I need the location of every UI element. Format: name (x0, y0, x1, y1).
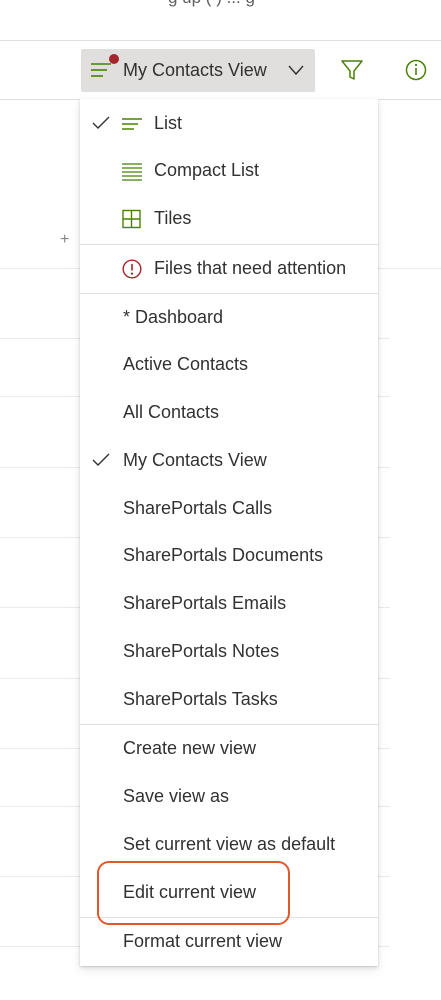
menu-item-tiles[interactable]: Tiles (80, 196, 378, 242)
menu-item-label: Format current view (123, 931, 283, 951)
menu-item-shareportals-calls[interactable]: SharePortals Calls (80, 486, 378, 532)
menu-separator (80, 244, 378, 245)
checkmark-icon (92, 453, 110, 466)
menu-item-create-new-view[interactable]: Create new view (80, 726, 378, 772)
menu-item-label: Save view as (123, 786, 230, 806)
menu-item-dashboard[interactable]: * Dashboard (80, 295, 378, 341)
menu-item-list[interactable]: List (80, 101, 378, 147)
compact-list-icon (122, 163, 142, 181)
menu-item-label: Tiles (154, 208, 192, 228)
alert-circle-icon (122, 259, 142, 279)
info-icon[interactable] (404, 58, 428, 82)
menu-item-label: Compact List (154, 160, 260, 180)
top-strip: g up ( ) ... g (0, 0, 441, 41)
tiles-grid-icon (122, 209, 141, 229)
filter-icon[interactable] (340, 58, 364, 82)
menu-item-label: SharePortals Emails (123, 593, 287, 613)
menu-item-label: My Contacts View (123, 450, 267, 470)
menu-item-my-contacts-view[interactable]: My Contacts View (80, 438, 378, 484)
menu-item-shareportals-documents[interactable]: SharePortals Documents (80, 533, 378, 579)
menu-item-label: List (154, 113, 183, 133)
menu-item-label: SharePortals Documents (123, 545, 324, 565)
current-view-label: My Contacts View (123, 60, 267, 80)
menu-item-label: SharePortals Calls (123, 498, 273, 518)
cut-off-header-text: g up ( ) ... g (168, 0, 255, 8)
chevron-down-icon (288, 65, 304, 76)
command-bar: My Contacts View (0, 41, 441, 100)
menu-item-shareportals-tasks[interactable]: SharePortals Tasks (80, 677, 378, 723)
list-lines-icon (91, 63, 111, 77)
menu-item-label: SharePortals Notes (123, 641, 280, 661)
menu-item-shareportals-notes[interactable]: SharePortals Notes (80, 629, 378, 675)
view-switcher-button[interactable]: My Contacts View (81, 49, 315, 92)
menu-separator (80, 724, 378, 725)
menu-item-shareportals-emails[interactable]: SharePortals Emails (80, 581, 378, 627)
menu-item-label: Files that need attention (154, 258, 347, 278)
menu-item-label: SharePortals Tasks (123, 689, 278, 709)
menu-separator (80, 293, 378, 294)
menu-item-label: All Contacts (123, 402, 220, 422)
notification-dot (109, 54, 119, 64)
menu-item-label: Active Contacts (123, 354, 249, 374)
menu-item-label: * Dashboard (123, 307, 224, 327)
list-lines-icon (122, 118, 142, 130)
menu-item-active-contacts[interactable]: Active Contacts (80, 342, 378, 388)
add-column-icon[interactable]: + (60, 231, 69, 249)
menu-item-label: Set current view as default (123, 834, 336, 854)
menu-item-compact-list[interactable]: Compact List (80, 148, 378, 194)
view-options-menu: List Compact List Tiles Files that need … (80, 99, 378, 966)
menu-item-files-need-attention[interactable]: Files that need attention (80, 246, 378, 292)
highlight-annotation (97, 861, 290, 925)
menu-item-all-contacts[interactable]: All Contacts (80, 390, 378, 436)
menu-item-label: Create new view (123, 738, 257, 758)
menu-item-format-current-view[interactable]: Format current view (80, 919, 378, 965)
menu-item-save-view-as[interactable]: Save view as (80, 774, 378, 820)
checkmark-icon (92, 116, 110, 129)
